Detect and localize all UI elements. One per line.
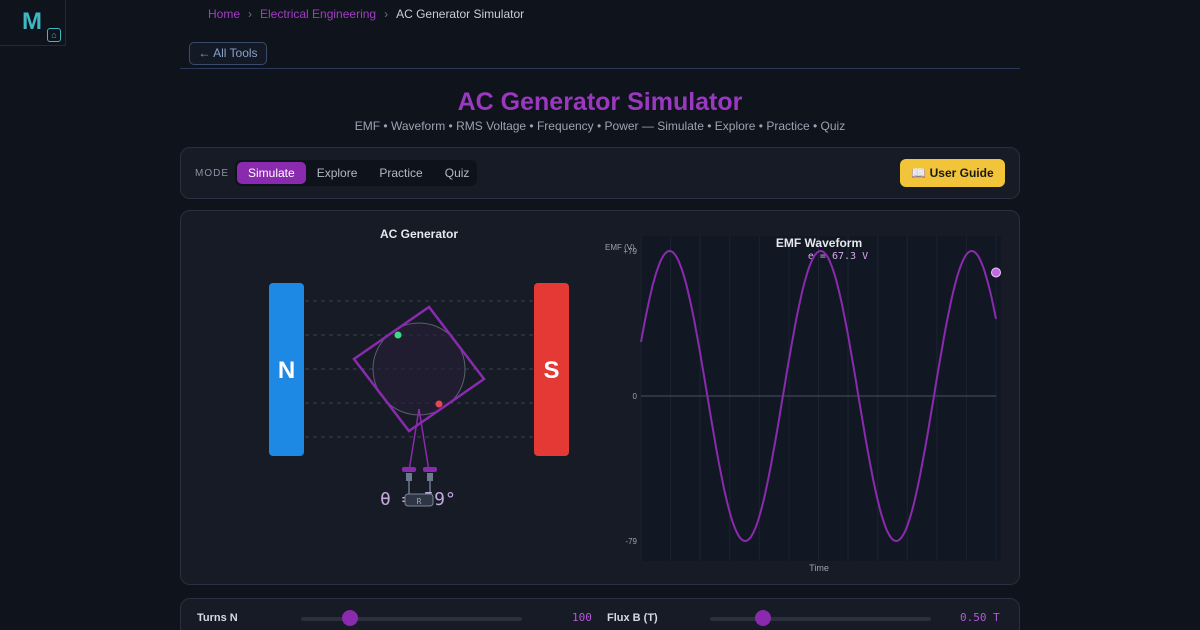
turns-slider-track[interactable] [301, 617, 522, 621]
breadcrumb-current: AC Generator Simulator [396, 7, 525, 21]
turns-value: 100 [572, 611, 592, 624]
emf-current-point [991, 267, 1001, 278]
resistor-label: R [417, 497, 422, 506]
breadcrumb-separator: › [248, 7, 253, 21]
flux-slider-track[interactable] [710, 617, 931, 621]
all-tools-button[interactable]: ← All Tools [189, 42, 267, 65]
chart-title: EMF Waveform [776, 236, 862, 250]
simulation-panel: AC Generator N S θ = 59° R E [180, 210, 1020, 585]
tab-quiz[interactable]: Quiz [434, 162, 481, 184]
page-subtitle: EMF • Waveform • RMS Voltage • Frequency… [354, 119, 846, 133]
user-guide-button[interactable]: 📖 User Guide [900, 159, 1005, 187]
divider [180, 68, 1020, 69]
resistor-overlay: R [404, 493, 434, 507]
emf-waveform-chart: EMF Waveform EMF (V) e = 67.3 V +79 0 -7… [605, 236, 1001, 573]
y-tick-label: 0 [633, 392, 638, 401]
tab-practice[interactable]: Practice [368, 162, 433, 184]
breadcrumb-home[interactable]: Home [208, 7, 240, 21]
x-axis-label: Time [809, 563, 829, 573]
plot-area [641, 236, 1001, 561]
mode-bar: MODE Simulate Explore Practice Quiz 📖 Us… [180, 147, 1020, 199]
logo-letter: M [22, 8, 42, 35]
flux-slider-thumb[interactable] [755, 610, 772, 626]
breadcrumb-category[interactable]: Electrical Engineering [260, 7, 376, 21]
flux-label: Flux B (T) [607, 612, 658, 624]
y-tick-label: -79 [625, 537, 637, 546]
page-title: AC Generator Simulator [457, 88, 743, 116]
home-icon[interactable]: ⌂ [47, 28, 61, 42]
logo[interactable]: M ⌂ [0, 0, 66, 46]
y-tick-label: +79 [623, 247, 637, 256]
breadcrumb-separator: › [384, 7, 389, 21]
turns-slider-thumb[interactable] [341, 610, 358, 626]
mode-label: MODE [195, 168, 229, 179]
tab-simulate[interactable]: Simulate [237, 162, 306, 184]
flux-value: 0.50 T [960, 611, 1000, 624]
breadcrumb: Home › Electrical Engineering › AC Gener… [208, 7, 524, 21]
tab-explore[interactable]: Explore [306, 162, 369, 184]
turns-label: Turns N [197, 612, 238, 624]
controls-panel: Turns N 100 Flux B (T) 0.50 T [180, 598, 1020, 630]
mode-tabs: Simulate Explore Practice Quiz [235, 160, 477, 186]
